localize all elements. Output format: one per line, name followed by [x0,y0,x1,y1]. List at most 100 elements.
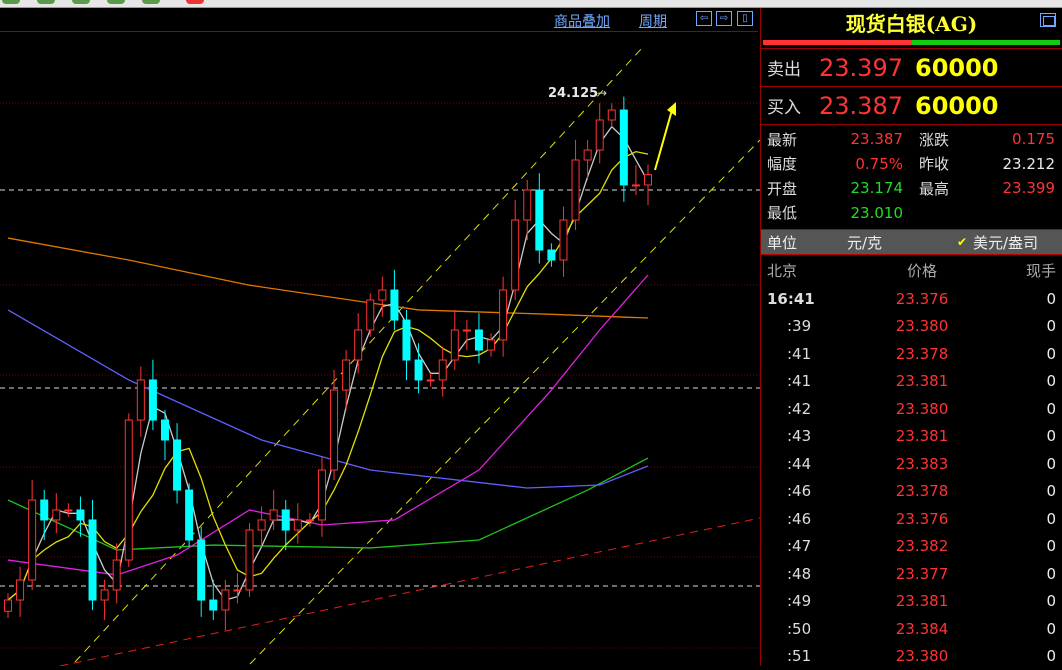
candle [512,220,519,290]
tick-time: :41 [767,345,867,363]
col-time: 北京 [767,260,867,281]
tick-time: :49 [767,592,867,610]
tick-volume: 0 [977,455,1056,473]
maximize-icon[interactable] [1040,13,1056,27]
candle [608,110,615,120]
info-value: 23.212 [959,155,1055,173]
tick-row: :4223.3800 [761,395,1062,423]
unit-label: 单位 [767,232,847,253]
candle [645,175,652,185]
candle [53,510,60,520]
candle [560,220,567,260]
arrow-left-icon[interactable]: ⇦ [696,11,712,26]
candle [186,490,193,540]
info-label: 幅度 [767,153,807,174]
panel-toggle-icon[interactable]: ▯ [737,11,753,26]
candle [161,420,168,440]
unit-selector: 单位 元/克 ✔ 美元/盎司 [761,229,1062,255]
tick-price: 23.378 [867,345,977,363]
tick-price: 23.380 [867,400,977,418]
candle [439,360,446,380]
ask-volume: 60000 [915,54,999,82]
info-row: 最低23.010 [767,201,1056,226]
toolbar-button[interactable] [37,0,55,4]
toolbar-button[interactable] [142,0,160,4]
candle [5,600,12,611]
tick-price: 23.377 [867,565,977,583]
candle [620,110,627,185]
tick-row: :4823.3770 [761,560,1062,588]
tick-volume: 0 [977,565,1056,583]
candle [149,380,156,420]
tick-price: 23.381 [867,372,977,390]
tick-time: :47 [767,537,867,555]
ma120-line [8,310,648,488]
candle [343,360,350,390]
candle [475,330,482,350]
tick-time: :51 [767,647,867,665]
candle [318,470,325,520]
candle [451,330,458,360]
candle [137,380,144,420]
tick-time: :48 [767,565,867,583]
overlay-link[interactable]: 商品叠加 [554,11,610,31]
candle [210,600,217,610]
info-label: 开盘 [767,178,807,199]
candle [306,520,313,521]
toolbar-button[interactable] [2,0,20,4]
period-link[interactable]: 周期 [639,11,667,31]
candle [500,290,507,340]
candle [270,510,277,520]
ratio-bar-red [763,40,912,45]
candle [29,500,36,580]
candle [596,120,603,150]
candle [391,290,398,320]
candle [536,190,543,250]
candle [463,330,470,331]
high-arrow-icon: → [597,86,607,100]
tick-time: :50 [767,620,867,638]
candle [367,300,374,330]
ask-row: 卖出 23.397 60000 [761,48,1062,86]
info-value: 23.010 [807,204,903,222]
quote-info: 最新23.387涨跌0.175幅度0.75%昨收23.212开盘23.174最高… [761,124,1062,225]
candle [113,560,120,590]
tick-volume: 0 [977,647,1056,665]
toolbar-strip [0,0,1062,8]
candle [77,510,84,520]
tick-volume: 0 [977,290,1056,308]
bid-row: 买入 23.387 60000 [761,86,1062,124]
candlestick-chart[interactable]: 24.125 → [0,8,760,666]
tick-price: 23.378 [867,482,977,500]
tick-price: 23.380 [867,317,977,335]
candle [488,340,495,350]
trend-channel-lower [250,140,760,664]
chart-header: 商品叠加 周期 ⇦ ⇨ ▯ [0,8,758,32]
ask-label: 卖出 [767,55,819,80]
tick-time: :46 [767,482,867,500]
candle [258,520,265,530]
tick-time: :42 [767,400,867,418]
tick-volume: 0 [977,592,1056,610]
info-label: 最高 [919,178,959,199]
info-value: 23.399 [959,179,1055,197]
ask-price: 23.397 [819,54,915,82]
tick-price: 23.381 [867,592,977,610]
toolbar-button[interactable] [107,0,125,4]
tick-volume: 0 [977,345,1056,363]
candle [125,420,132,560]
candle [572,160,579,220]
tick-row: :4423.3830 [761,450,1062,478]
tick-row: :4623.3760 [761,505,1062,533]
toolbar-button[interactable] [186,0,204,4]
unit-option-usd-oz[interactable]: 美元/盎司 [973,232,1038,253]
arrow-right-icon[interactable]: ⇨ [716,11,732,26]
toolbar-button[interactable] [72,0,90,4]
candle [355,330,362,360]
info-value: 0.175 [959,130,1055,148]
tick-price: 23.383 [867,455,977,473]
tick-volume: 0 [977,372,1056,390]
unit-option-yuan-gram[interactable]: 元/克 [847,232,957,253]
tick-row: :4323.3810 [761,423,1062,451]
col-price: 价格 [867,260,977,281]
